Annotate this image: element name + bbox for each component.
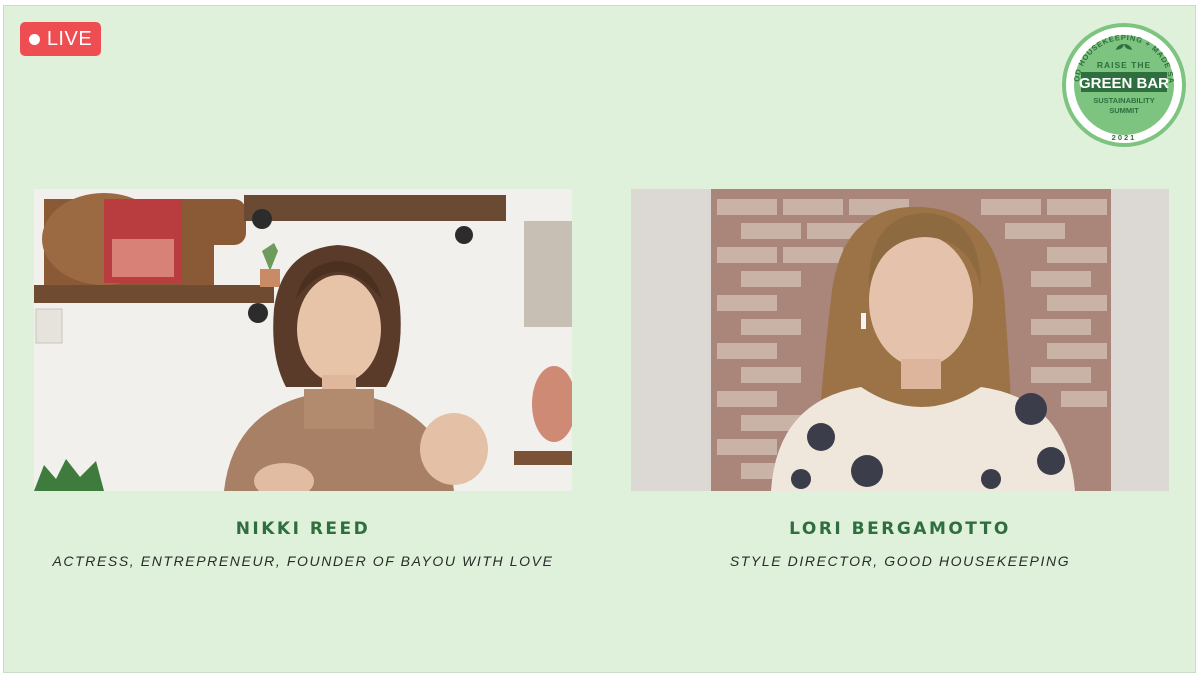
logo-line-1: RAISE THE [1097,60,1151,70]
live-dot-icon [28,33,40,45]
summit-logo: GOOD HOUSEKEEPING + MADE SAFE RAISE THE … [1061,22,1186,147]
speaker-caption-1: NIKKI REED ACTRESS, ENTREPRENEUR, FOUNDE… [3,519,603,569]
live-badge: LIVE [20,22,101,56]
speaker-video-2 [631,189,1169,491]
live-label: LIVE [46,27,93,50]
speaker-caption-2: LORI BERGAMOTTO STYLE DIRECTOR, GOOD HOU… [600,519,1200,569]
logo-year: 2021 [1112,133,1137,142]
logo-line-2: GREEN BAR [1079,75,1169,92]
speaker-name: LORI BERGAMOTTO [789,519,1011,539]
speaker-title: STYLE DIRECTOR, GOOD HOUSEKEEPING [729,553,1071,569]
speaker-video-1 [34,189,572,491]
logo-line-4: SUMMIT [1109,106,1139,115]
speaker-title: ACTRESS, ENTREPRENEUR, FOUNDER OF BAYOU … [52,553,554,569]
speaker-name: NIKKI REED [235,519,371,539]
stream-stage: LIVE GOOD HOUSEKEEPING + MADE SAFE RAISE… [3,5,1196,673]
logo-line-3: SUSTAINABILITY [1093,96,1155,105]
